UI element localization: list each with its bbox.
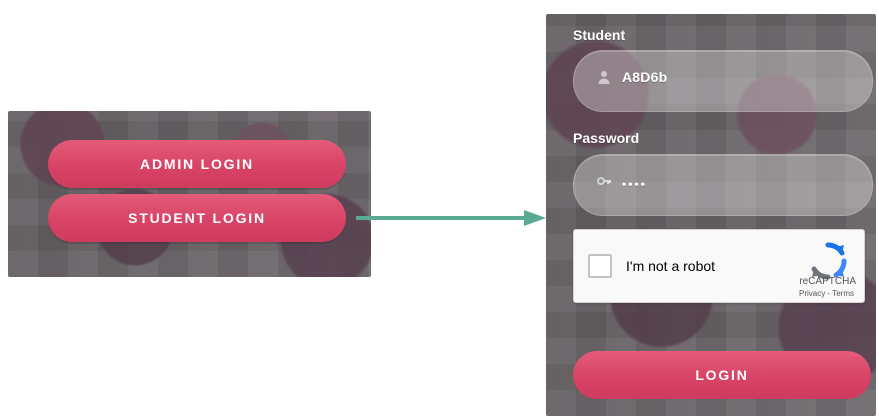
recaptcha-links[interactable]: Privacy - Terms [764,289,854,298]
key-icon [597,177,611,185]
admin-login-button[interactable]: ADMIN LOGIN [48,140,346,188]
admin-login-label: ADMIN LOGIN [140,156,254,172]
student-login-form: Student A8D6b Password •••• I'm not a ro… [546,14,876,416]
student-login-button[interactable]: STUDENT LOGIN [48,194,346,242]
student-input-value: A8D6b [622,69,668,85]
stage: ADMIN LOGIN STUDENT LOGIN Student A8D6b … [0,0,879,416]
student-field-label: Student [573,27,626,43]
login-button-label: LOGIN [695,367,749,383]
user-icon [598,71,610,84]
login-button[interactable]: LOGIN [573,351,871,399]
login-choice-panel: ADMIN LOGIN STUDENT LOGIN [8,111,371,277]
recaptcha-widget: I'm not a robot reCAPTCHA Privacy - Term… [573,229,865,303]
password-input[interactable]: •••• [573,154,873,216]
recaptcha-brand: reCAPTCHA [799,276,856,287]
recaptcha-checkbox[interactable] [588,254,612,278]
student-input[interactable]: A8D6b [573,50,873,112]
right-arrow-icon [356,210,546,226]
recaptcha-text: I'm not a robot [626,258,716,274]
password-field-label: Password [573,130,640,146]
password-mask: •••• [622,177,647,191]
student-login-label: STUDENT LOGIN [128,210,266,226]
